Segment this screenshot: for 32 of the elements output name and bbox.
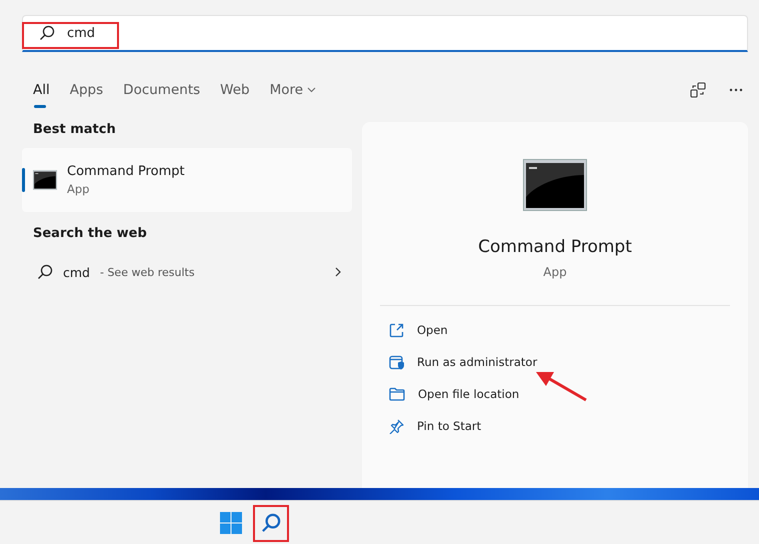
windows-logo-icon bbox=[220, 512, 242, 534]
folder-icon bbox=[389, 387, 405, 401]
chevron-right-icon[interactable] bbox=[335, 267, 341, 277]
filter-tab[interactable]: Apps bbox=[70, 76, 114, 104]
web-results-hint: - See web results bbox=[100, 266, 195, 278]
app-title: Command Prompt bbox=[478, 237, 632, 257]
shield-window-icon bbox=[389, 354, 404, 370]
console-window-preview bbox=[523, 159, 587, 211]
action-item[interactable]: Run as administrator bbox=[389, 346, 748, 378]
external-link-icon bbox=[389, 322, 404, 338]
filter-tab[interactable]: Documents bbox=[123, 76, 210, 104]
action-item[interactable]: Pin to Start bbox=[389, 410, 748, 442]
devices-icon bbox=[690, 82, 706, 98]
chevron-down-icon bbox=[307, 87, 316, 93]
filter-tab[interactable]: More bbox=[270, 76, 326, 104]
pointer-arrow bbox=[536, 372, 587, 402]
more-icon bbox=[729, 88, 743, 92]
pin-icon bbox=[389, 418, 404, 434]
action-item[interactable]: Open file location bbox=[389, 378, 748, 410]
filter-tab[interactable]: Web bbox=[220, 76, 260, 104]
highlight-frame bbox=[253, 505, 289, 542]
section-heading: Search the web bbox=[33, 226, 148, 241]
app-type: App bbox=[543, 265, 567, 279]
section-heading: Best match bbox=[33, 122, 117, 137]
web-query[interactable]: cmd bbox=[63, 264, 90, 280]
console-window-icon bbox=[33, 170, 57, 190]
action-item[interactable]: Open bbox=[389, 314, 748, 346]
search-field[interactable]: cmd bbox=[22, 15, 748, 52]
result-item[interactable]: Command Prompt App bbox=[22, 148, 352, 212]
search-icon bbox=[39, 25, 55, 41]
search-icon bbox=[37, 264, 53, 280]
search-icon bbox=[261, 512, 281, 532]
